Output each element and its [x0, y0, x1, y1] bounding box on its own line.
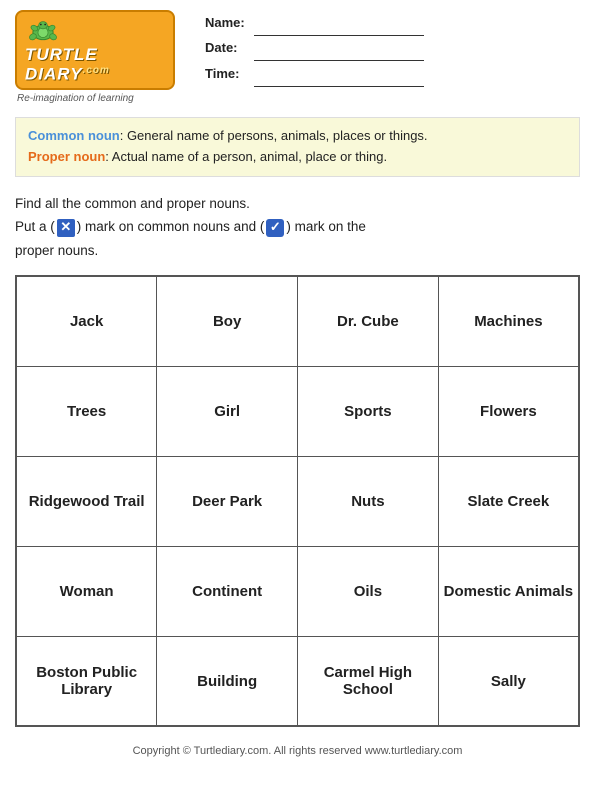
- check-mark-icon: ✓: [266, 219, 284, 237]
- common-noun-line: Common noun: General name of persons, an…: [28, 126, 567, 147]
- common-noun-def: : General name of persons, animals, plac…: [120, 128, 428, 143]
- logo-area: TURTLE DIARY.com Re-imagination of learn…: [15, 10, 175, 104]
- proper-noun-label: Proper noun: [28, 149, 105, 164]
- logo-com: .com: [83, 65, 110, 76]
- table-cell[interactable]: Boy: [157, 276, 298, 366]
- common-noun-label: Common noun: [28, 128, 120, 143]
- table-cell[interactable]: Sally: [438, 636, 579, 726]
- table-row: JackBoyDr. CubeMachines: [16, 276, 579, 366]
- footer: Copyright © Turtlediary.com. All rights …: [0, 737, 595, 761]
- proper-noun-def: : Actual name of a person, animal, place…: [105, 149, 387, 164]
- table-cell[interactable]: Jack: [16, 276, 157, 366]
- table-cell[interactable]: Nuts: [298, 456, 439, 546]
- instruction-line2: Put a (✕) mark on common nouns and (✓) m…: [15, 216, 580, 238]
- header: TURTLE DIARY.com Re-imagination of learn…: [0, 0, 595, 109]
- name-fields: Name: Date: Time:: [175, 10, 580, 87]
- instruction-line1: Find all the common and proper nouns.: [15, 193, 580, 215]
- cross-mark-icon: ✕: [57, 219, 75, 237]
- table-cell[interactable]: Sports: [298, 366, 439, 456]
- instruction-line3: proper nouns.: [15, 240, 580, 262]
- logo-box: TURTLE DIARY.com: [15, 10, 175, 90]
- proper-noun-line: Proper noun: Actual name of a person, an…: [28, 147, 567, 168]
- name-line: [254, 10, 424, 36]
- table-cell[interactable]: Dr. Cube: [298, 276, 439, 366]
- table-cell[interactable]: Boston Public Library: [16, 636, 157, 726]
- table-cell[interactable]: Oils: [298, 546, 439, 636]
- date-row: Date:: [205, 36, 580, 62]
- table-row: WomanContinentOilsDomestic Animals: [16, 546, 579, 636]
- name-label: Name:: [205, 11, 250, 36]
- time-line: [254, 61, 424, 87]
- table-row: Boston Public LibraryBuildingCarmel High…: [16, 636, 579, 726]
- table-cell[interactable]: Flowers: [438, 366, 579, 456]
- table-cell[interactable]: Slate Creek: [438, 456, 579, 546]
- info-box: Common noun: General name of persons, an…: [15, 117, 580, 177]
- table-row: TreesGirlSportsFlowers: [16, 366, 579, 456]
- table-cell[interactable]: Girl: [157, 366, 298, 456]
- table-cell[interactable]: Carmel High School: [298, 636, 439, 726]
- noun-table: JackBoyDr. CubeMachinesTreesGirlSportsFl…: [15, 275, 580, 727]
- table-cell[interactable]: Trees: [16, 366, 157, 456]
- time-label: Time:: [205, 62, 250, 87]
- turtle-icon: [25, 16, 61, 46]
- logo-text: TURTLE DIARY.com: [25, 46, 165, 84]
- table-cell[interactable]: Ridgewood Trail: [16, 456, 157, 546]
- table-cell[interactable]: Deer Park: [157, 456, 298, 546]
- instructions: Find all the common and proper nouns. Pu…: [0, 185, 595, 270]
- table-cell[interactable]: Continent: [157, 546, 298, 636]
- time-row: Time:: [205, 61, 580, 87]
- date-label: Date:: [205, 36, 250, 61]
- table-cell[interactable]: Domestic Animals: [438, 546, 579, 636]
- table-row: Ridgewood TrailDeer ParkNutsSlate Creek: [16, 456, 579, 546]
- date-line: [254, 36, 424, 62]
- name-row: Name:: [205, 10, 580, 36]
- table-cell[interactable]: Building: [157, 636, 298, 726]
- footer-text: Copyright © Turtlediary.com. All rights …: [133, 745, 463, 757]
- logo-tagline: Re-imagination of learning: [15, 93, 175, 104]
- table-cell[interactable]: Woman: [16, 546, 157, 636]
- table-cell[interactable]: Machines: [438, 276, 579, 366]
